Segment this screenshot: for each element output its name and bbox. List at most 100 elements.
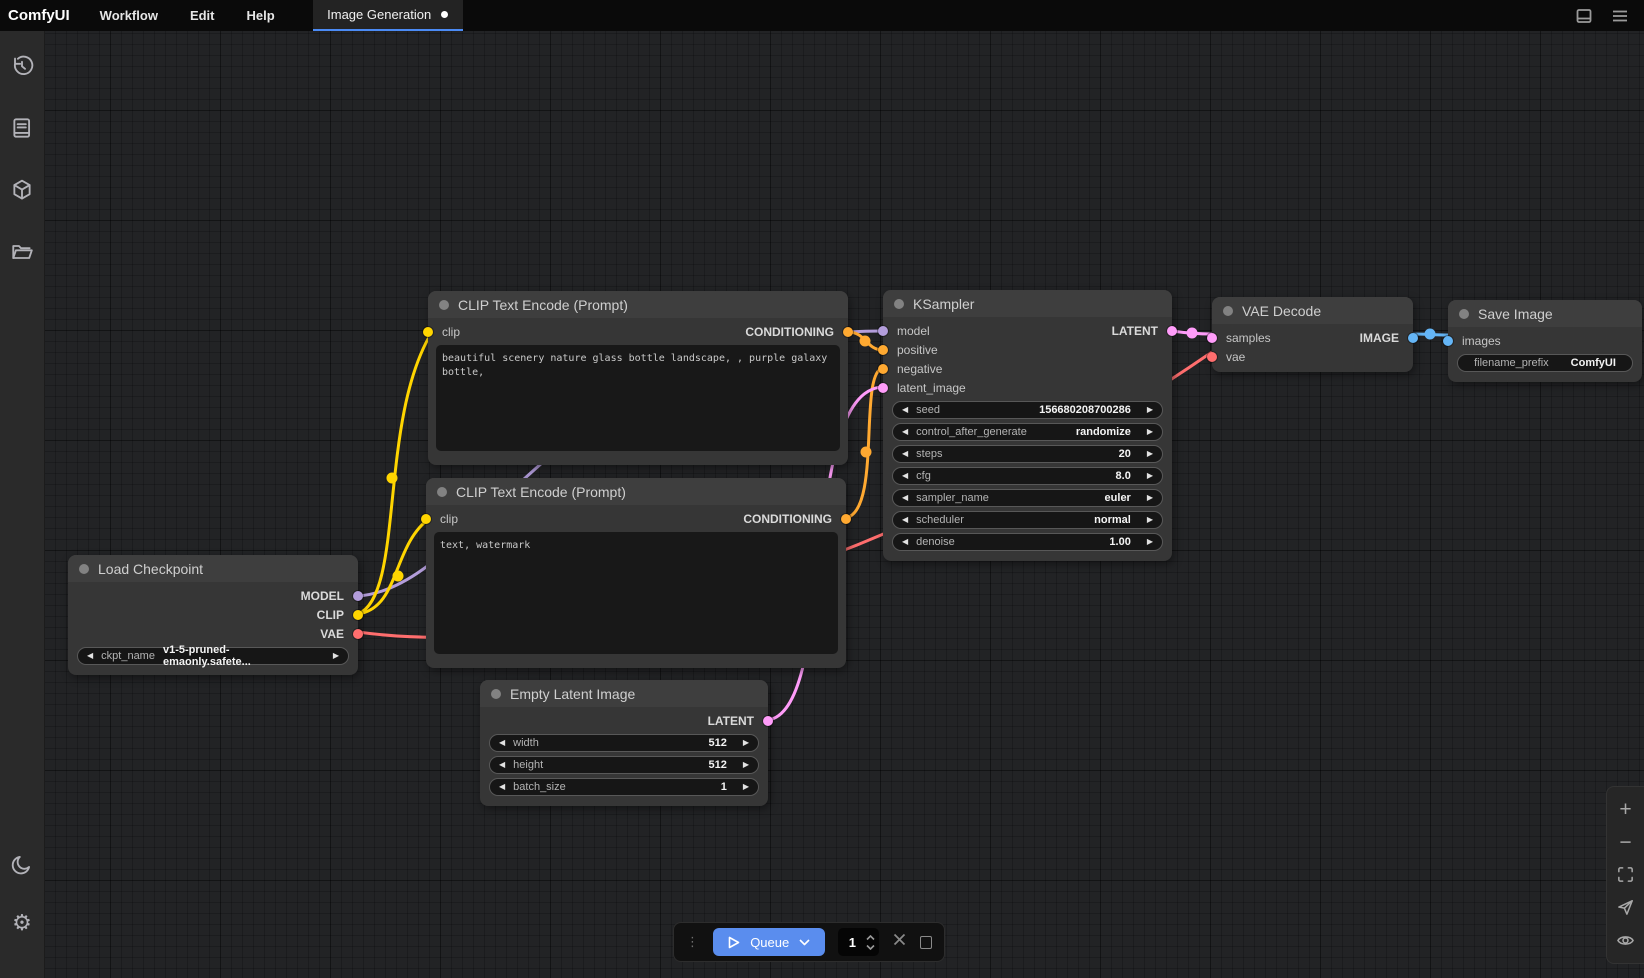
decrement-icon[interactable]: ◀ <box>902 428 908 436</box>
batch-count-value[interactable]: 1 <box>838 935 866 950</box>
width-widget[interactable]: ◀ width 512 ▶ <box>489 734 759 752</box>
node-status-dot[interactable] <box>79 564 89 574</box>
node-status-dot[interactable] <box>491 689 501 699</box>
node-clip-text-encode-positive[interactable]: CLIP Text Encode (Prompt) clip CONDITION… <box>428 291 848 465</box>
filename-prefix-widget[interactable]: filename_prefix ComfyUI <box>1457 354 1633 372</box>
decrement-icon[interactable]: ◀ <box>902 516 908 524</box>
node-header[interactable]: Empty Latent Image <box>480 680 768 707</box>
model-library-icon[interactable] <box>5 173 39 207</box>
node-header[interactable]: CLIP Text Encode (Prompt) <box>426 478 846 505</box>
model-input-dot[interactable] <box>878 326 888 336</box>
node-status-dot[interactable] <box>1223 306 1233 316</box>
node-header[interactable]: VAE Decode <box>1212 297 1413 324</box>
increment-icon[interactable]: ▶ <box>1147 428 1153 436</box>
menu-hamburger-icon[interactable] <box>1610 6 1630 26</box>
increment-icon[interactable]: ▶ <box>1147 538 1153 546</box>
node-header[interactable]: Load Checkpoint <box>68 555 358 582</box>
clip-input-dot[interactable] <box>421 514 431 524</box>
positive-prompt-textarea[interactable]: beautiful scenery nature glass bottle la… <box>436 345 840 451</box>
paper-plane-icon[interactable] <box>1613 895 1639 921</box>
increment-icon[interactable]: ▶ <box>1147 406 1153 414</box>
cfg-widget[interactable]: ◀ cfg 8.0 ▶ <box>892 467 1163 485</box>
queue-button[interactable]: Queue <box>713 928 825 956</box>
decrement-icon[interactable]: ◀ <box>902 494 908 502</box>
decrement-icon[interactable]: ◀ <box>902 450 908 458</box>
output-port-model[interactable]: MODEL <box>68 586 358 605</box>
model-port-dot[interactable] <box>353 591 363 601</box>
clip-input-dot[interactable] <box>423 327 433 337</box>
decrement-icon[interactable]: ◀ <box>902 472 908 480</box>
increment-icon[interactable]: ▶ <box>743 739 749 747</box>
latent-port-dot[interactable] <box>763 716 773 726</box>
increment-icon[interactable]: ▶ <box>743 761 749 769</box>
output-port-vae[interactable]: VAE <box>68 624 358 643</box>
menu-edit[interactable]: Edit <box>174 0 231 31</box>
node-header[interactable]: KSampler <box>883 290 1172 317</box>
conditioning-output-dot[interactable] <box>843 327 853 337</box>
stop-square-icon[interactable] <box>920 936 932 949</box>
decrement-icon[interactable]: ◀ <box>902 538 908 546</box>
negative-input-dot[interactable] <box>878 364 888 374</box>
seed-widget[interactable]: ◀ seed 156680208700286 ▶ <box>892 401 1163 419</box>
increment-icon[interactable]: ▶ <box>1147 494 1153 502</box>
menu-help[interactable]: Help <box>231 0 291 31</box>
node-vae-decode[interactable]: VAE Decode samples IMAGE vae <box>1212 297 1413 372</box>
history-icon[interactable] <box>5 49 39 83</box>
decrement-icon[interactable]: ◀ <box>499 739 505 747</box>
output-port-clip[interactable]: CLIP <box>68 605 358 624</box>
workflow-tab[interactable]: Image Generation <box>313 0 463 31</box>
negative-prompt-textarea[interactable]: text, watermark <box>434 532 838 654</box>
fit-view-icon[interactable] <box>1613 862 1639 888</box>
input-port-images[interactable]: images <box>1448 331 1642 350</box>
spinner-down-icon[interactable] <box>866 944 875 950</box>
theme-toggle-moon-icon[interactable] <box>5 848 39 882</box>
node-empty-latent-image[interactable]: Empty Latent Image LATENT ◀ width 512 ▶ … <box>480 680 768 806</box>
node-save-image[interactable]: Save Image images filename_prefix ComfyU… <box>1448 300 1642 382</box>
decrement-icon[interactable]: ◀ <box>902 406 908 414</box>
increment-icon[interactable]: ▶ <box>1147 450 1153 458</box>
decrement-icon[interactable]: ◀ <box>499 761 505 769</box>
clip-port-dot[interactable] <box>353 610 363 620</box>
input-port-latent-image[interactable]: latent_image <box>883 378 1172 397</box>
node-load-checkpoint[interactable]: Load Checkpoint MODEL CLIP VAE ◀ ckpt_na… <box>68 555 358 675</box>
increment-icon[interactable]: ▶ <box>743 783 749 791</box>
height-widget[interactable]: ◀ height 512 ▶ <box>489 756 759 774</box>
latent-output-dot[interactable] <box>1167 326 1177 336</box>
decrement-icon[interactable]: ◀ <box>87 652 93 660</box>
spinner-up-icon[interactable] <box>866 935 875 941</box>
scheduler-widget[interactable]: ◀ scheduler normal ▶ <box>892 511 1163 529</box>
zoom-in-icon[interactable]: + <box>1613 796 1639 822</box>
node-status-dot[interactable] <box>439 300 449 310</box>
eye-icon[interactable] <box>1613 928 1639 954</box>
chevron-down-icon[interactable] <box>799 939 810 946</box>
zoom-out-icon[interactable]: − <box>1613 829 1639 855</box>
output-port-latent[interactable]: LATENT <box>480 711 768 730</box>
ckpt-name-widget[interactable]: ◀ ckpt_name v1-5-pruned-emaonly.safete..… <box>77 647 349 665</box>
settings-gear-icon[interactable]: ⚙ <box>5 906 39 940</box>
node-status-dot[interactable] <box>894 299 904 309</box>
clear-queue-x-icon[interactable] <box>892 932 907 952</box>
control-after-generate-widget[interactable]: ◀ control_after_generate randomize ▶ <box>892 423 1163 441</box>
node-header[interactable]: Save Image <box>1448 300 1642 327</box>
vae-port-dot[interactable] <box>353 629 363 639</box>
increment-icon[interactable]: ▶ <box>333 652 339 660</box>
node-header[interactable]: CLIP Text Encode (Prompt) <box>428 291 848 318</box>
drag-handle-icon[interactable]: ⋮ <box>686 934 700 950</box>
workflows-folder-icon[interactable] <box>5 235 39 269</box>
decrement-icon[interactable]: ◀ <box>499 783 505 791</box>
increment-icon[interactable]: ▶ <box>1147 472 1153 480</box>
conditioning-output-dot[interactable] <box>841 514 851 524</box>
positive-input-dot[interactable] <box>878 345 888 355</box>
samples-input-dot[interactable] <box>1207 333 1217 343</box>
latent-image-input-dot[interactable] <box>878 383 888 393</box>
vae-input-dot[interactable] <box>1207 352 1217 362</box>
steps-widget[interactable]: ◀ steps 20 ▶ <box>892 445 1163 463</box>
input-port-negative[interactable]: negative <box>883 359 1172 378</box>
image-output-dot[interactable] <box>1408 333 1418 343</box>
menu-workflow[interactable]: Workflow <box>84 0 174 31</box>
images-input-dot[interactable] <box>1443 336 1453 346</box>
node-clip-text-encode-negative[interactable]: CLIP Text Encode (Prompt) clip CONDITION… <box>426 478 846 668</box>
batch-size-widget[interactable]: ◀ batch_size 1 ▶ <box>489 778 759 796</box>
input-port-vae[interactable]: vae <box>1212 347 1413 366</box>
bottom-panel-toggle-icon[interactable] <box>1574 6 1594 26</box>
